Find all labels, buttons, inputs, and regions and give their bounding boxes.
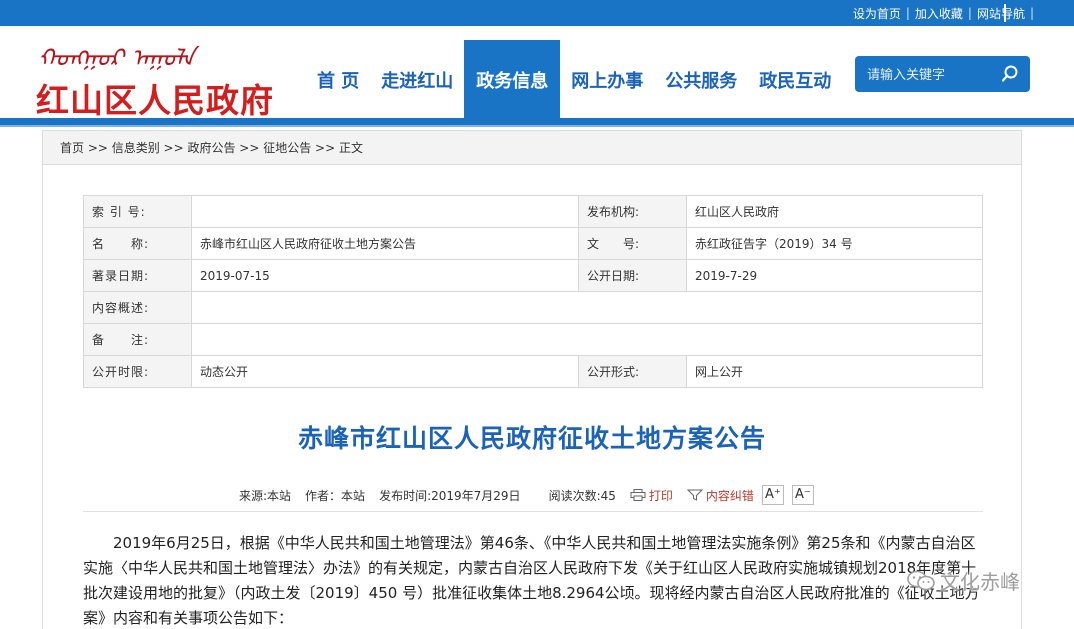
nav-item-government-info[interactable]: 政务信息: [464, 40, 561, 120]
meta-value: 赤峰市红山区人民政府征收土地方案公告: [191, 227, 579, 260]
nav-item-public-services[interactable]: 公共服务: [654, 40, 748, 120]
meta-label: 索 引 号:: [83, 195, 192, 228]
table-row: 公开时限: 动态公开 公开形式: 网上公开: [83, 355, 983, 388]
content-divider: [83, 511, 983, 512]
nav-item-about[interactable]: 走进红山: [370, 40, 464, 120]
site-title[interactable]: 红山区人民政府: [36, 74, 274, 122]
watermark-text: 文化赤峰: [940, 570, 1020, 594]
meta-value: 红山区人民政府: [686, 195, 983, 228]
font-increase-button[interactable]: A⁺: [761, 485, 784, 505]
table-row: 著录日期: 2019-07-15 公开日期: 2019-7-29: [83, 259, 983, 292]
add-favorite-link[interactable]: 加入收藏: [910, 5, 968, 22]
meta-value: 2019-7-29: [686, 259, 983, 292]
meta-label: 公开日期:: [578, 259, 687, 292]
top-utility-bar: 设为首页 | 加入收藏 | 网站导航 |: [0, 0, 1074, 26]
meta-label: 公开时限:: [83, 355, 192, 388]
meta-value: [191, 323, 983, 356]
nav-item-home[interactable]: 首 页: [306, 40, 370, 120]
meta-label: 发布机构:: [578, 195, 687, 228]
article-info-bar: 来源:本站 作者：本站 发布时间:2019年7月29日 阅读次数:45 打印 内…: [239, 485, 814, 505]
funnel-icon[interactable]: [686, 489, 703, 501]
meta-value: 动态公开: [191, 355, 579, 388]
nav-item-online-services[interactable]: 网上办事: [560, 40, 654, 120]
mongolian-site-title: ᠬᠣᠩᠭᠣᠷ ᠠᠭᠤᠯᠠ: [38, 44, 195, 72]
article-body: 2019年6月25日，根据《中华人民共和国土地管理法》第46条、《中华人民共和国…: [83, 534, 980, 627]
article-publish-time: 发布时间:2019年7月29日: [379, 488, 521, 503]
article-title: 赤峰市红山区人民政府征收土地方案公告: [297, 424, 766, 453]
meta-label: 文 号:: [578, 227, 687, 260]
table-row: 索 引 号: 发布机构: 红山区人民政府: [83, 195, 983, 228]
table-row: 备 注:: [83, 323, 983, 356]
header-divider: [0, 118, 1074, 125]
search-box: [855, 56, 1030, 92]
meta-label: 著录日期:: [83, 259, 192, 292]
mongolian-language-icon[interactable]: [1004, 4, 1014, 22]
meta-label: 备 注:: [83, 323, 192, 356]
search-icon[interactable]: [1000, 64, 1020, 84]
table-row: 内容概述:: [83, 291, 983, 324]
meta-value: 赤红政征告字（2019）34 号: [686, 227, 983, 260]
set-homepage-link[interactable]: 设为首页: [848, 5, 906, 22]
breadcrumb-text[interactable]: 首页 >> 信息类别 >> 政府公告 >> 征地公告 >> 正文: [60, 139, 363, 156]
table-row: 名 称: 赤峰市红山区人民政府征收土地方案公告 文 号: 赤红政征告字（2019…: [83, 227, 983, 260]
meta-label: 名 称:: [83, 227, 192, 260]
header-divider-thin: [0, 125, 1074, 127]
font-decrease-button[interactable]: A⁻: [791, 485, 814, 505]
article-author: 作者：本站: [305, 488, 366, 503]
meta-label: 内容概述:: [83, 291, 192, 324]
watermark: 文化赤峰: [906, 566, 1020, 595]
printer-icon[interactable]: [630, 489, 646, 501]
wechat-icon: [907, 570, 935, 590]
main-nav: 首 页 走进红山 政务信息 网上办事 公共服务 政民互动: [306, 40, 842, 120]
nav-item-interaction[interactable]: 政民互动: [748, 40, 842, 120]
meta-label: 公开形式:: [578, 355, 687, 388]
report-error-button[interactable]: 内容纠错: [706, 487, 754, 504]
site-header: ᠬᠣᠩᠭᠣᠷ ᠠᠭᠤᠯᠠ 红山区人民政府 首 页 走进红山 政务信息 网上办事 …: [0, 26, 1074, 120]
meta-value: [191, 291, 983, 324]
meta-value: 网上公开: [686, 355, 983, 388]
search-input[interactable]: [855, 66, 995, 82]
article-view-count: 阅读次数:45: [548, 488, 616, 503]
link-separator: |: [1029, 6, 1034, 20]
site-nav-link[interactable]: 网站导航: [972, 5, 1030, 22]
meta-value: 2019-07-15: [191, 259, 579, 292]
print-button[interactable]: 打印: [649, 487, 673, 504]
content-panel: 首页 >> 信息类别 >> 政府公告 >> 征地公告 >> 正文 索 引 号: …: [42, 130, 1022, 629]
document-meta-table: 索 引 号: 发布机构: 红山区人民政府 名 称: 赤峰市红山区人民政府征收土地…: [83, 195, 983, 388]
meta-value: [191, 195, 579, 228]
breadcrumb: 首页 >> 信息类别 >> 政府公告 >> 征地公告 >> 正文: [43, 131, 1021, 165]
article-source: 来源:本站: [239, 488, 292, 503]
